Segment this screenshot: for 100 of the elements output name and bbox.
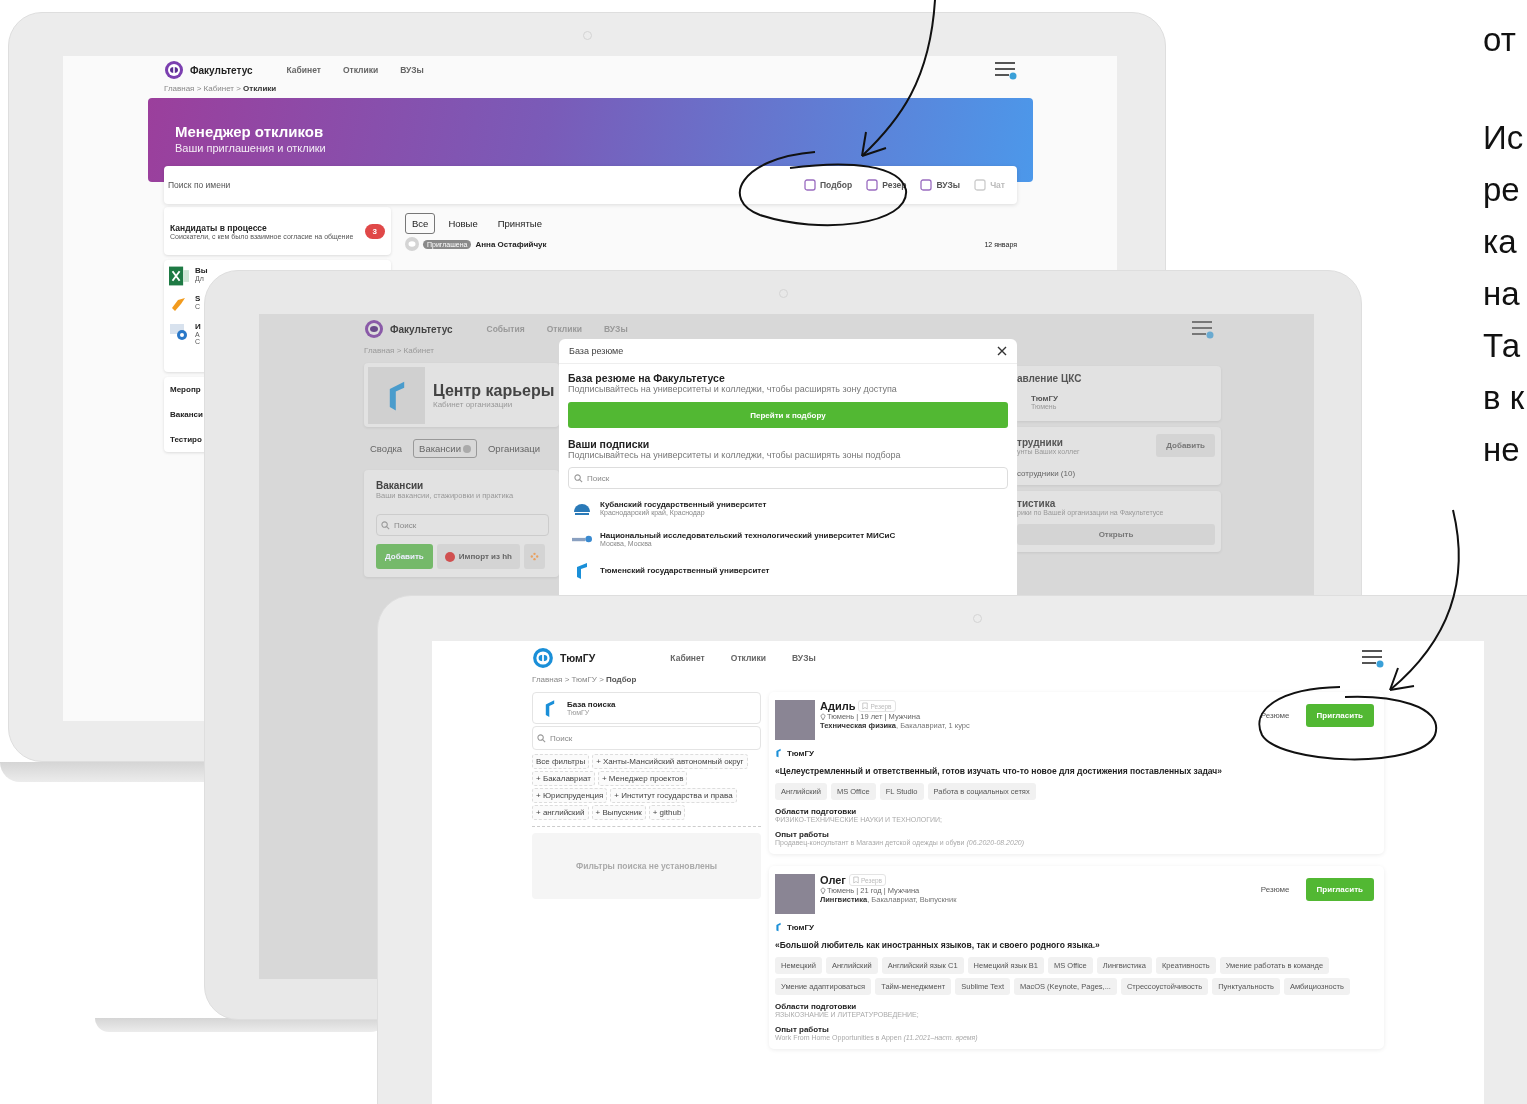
nav-link[interactable]: ВУЗы [400, 65, 424, 75]
tab[interactable]: Организаци [481, 439, 547, 458]
menu-icon[interactable] [1192, 319, 1214, 339]
organization-title: Центр карьеры [433, 381, 555, 400]
section-text: Подписывайтесь на университеты и колледжи, чтобы расширять зону доступа [568, 384, 898, 394]
organization-name: ТюмГУ [1031, 394, 1059, 403]
nav-link[interactable]: Отклики [342, 65, 379, 75]
candidate-quote: «Целеустремленный и ответственный, готов изучать что-то новое для достижения поставленных задач» [775, 766, 1223, 776]
nav-link[interactable]: Кабинет [286, 65, 321, 75]
import-button[interactable]: Импорт из hh [436, 544, 520, 569]
pin-icon [820, 886, 826, 895]
toolbar-link[interactable]: ВУЗы [920, 179, 961, 191]
search-field[interactable]: Поиск по имени [166, 179, 790, 191]
filter-chip[interactable]: + github [648, 805, 686, 820]
filter-chip[interactable]: + Выпускник [591, 805, 646, 820]
candidate-name: Адиль [820, 700, 856, 712]
university-name: ТюмГУ [787, 922, 814, 932]
filter-chip[interactable]: Все фильтры [532, 754, 590, 769]
placeholder-text: Поиск [587, 473, 610, 483]
close-icon[interactable] [997, 346, 1007, 356]
section-label: Опыт работы [775, 1025, 830, 1034]
logo-text: Факультетус [390, 323, 453, 335]
logo-icon [775, 748, 782, 758]
breadcrumbs: Главная > Кабинет > Отклики [164, 84, 278, 93]
tab[interactable]: Вакансии [413, 439, 477, 458]
slide-text: не [1483, 430, 1521, 470]
filter-chip[interactable]: + английский [532, 805, 589, 820]
open-button[interactable]: Открыть [1017, 524, 1215, 545]
filter-tab[interactable]: Принятые [490, 213, 549, 234]
count-badge: 3 [364, 223, 385, 239]
organization-subtitle: Кабинет организации [433, 399, 514, 409]
logo-text: ТюмГУ [560, 652, 596, 664]
logo-icon [405, 237, 419, 251]
candidate-name: Олег [820, 874, 846, 886]
card-title: Кандидаты в процессе [170, 222, 268, 233]
section-label: Области подготовки [775, 1002, 858, 1011]
tab[interactable]: Сводка [364, 439, 409, 458]
empty-text: Фильтры поиска не установлены [575, 861, 718, 871]
section-text: Подписывайтесь на университеты и колледжи, чтобы расширять зоны подбора [568, 450, 902, 460]
card-title: авление ЦКС [1017, 373, 1083, 384]
integration-title: S [195, 294, 201, 303]
slide-text: Ис [1483, 118, 1525, 158]
menu-icon[interactable] [995, 60, 1017, 80]
section-label: Опыт работы [775, 830, 830, 839]
slide-text: на [1483, 274, 1521, 314]
menu-item[interactable]: Тестиро [170, 435, 202, 444]
dots-icon [529, 552, 539, 561]
tool-icon [804, 179, 816, 191]
filter-chip[interactable]: + Ханты-Мансийский автономный округ [592, 754, 748, 769]
filter-chip[interactable]: + Институт государства и права [610, 788, 737, 803]
logo-icon [775, 922, 782, 932]
resume-button[interactable]: Резюме [1254, 884, 1296, 895]
logo-icon [532, 647, 554, 669]
filter-tab[interactable]: Новые [441, 213, 485, 234]
photo-placeholder [775, 874, 815, 914]
logo-icon [164, 60, 184, 80]
card-title: тистика [1017, 498, 1057, 509]
menu-item[interactable]: Меропр [170, 385, 201, 394]
modal-title: База резюме [569, 346, 624, 356]
banner-title: Менеджер откликов [175, 123, 325, 140]
pin-icon [820, 712, 826, 721]
filter-tab[interactable]: Все [405, 213, 436, 234]
section-title: Ваши подписки [568, 438, 651, 450]
staff-link[interactable]: сотрудники (10) [1017, 469, 1215, 478]
add-button[interactable]: Добавить [1156, 434, 1215, 457]
toolbar-link[interactable]: Подбор [804, 179, 853, 191]
slide-text: ка [1483, 222, 1518, 262]
candidate-quote: «Большой любитель как иностранных языков, так и своего родного языка.» [775, 940, 1101, 950]
photo-placeholder [775, 700, 815, 740]
search-icon [574, 473, 583, 483]
search-field[interactable]: Поиск [568, 467, 1008, 489]
placeholder-text: Поиск [394, 520, 417, 530]
breadcrumbs: Главная > ТюмГУ > Подбор [532, 675, 638, 684]
bookmark-icon [862, 702, 869, 710]
nav-link[interactable]: ВУЗы [792, 653, 816, 663]
logo-icon [364, 319, 384, 339]
tool-icon [974, 179, 987, 191]
filter-chip[interactable]: + Менеджер проектов [597, 771, 688, 786]
menu-icon[interactable] [1362, 648, 1384, 668]
tool-icon [866, 179, 879, 191]
search-field[interactable]: Поиск [532, 726, 761, 750]
banner-subtitle: Ваши приглашения и отклики [175, 142, 327, 154]
section-label: Области подготовки [775, 807, 858, 816]
university-name: ТюмГУ [787, 748, 814, 758]
filter-chip[interactable]: + Юриспруденция [532, 788, 608, 803]
university-name: Тюменский государственный университет [600, 565, 770, 575]
nav-link[interactable]: Отклики [730, 653, 767, 663]
slide-text: ре [1483, 170, 1521, 210]
candidate-name: Анна Остафийчук [475, 239, 547, 249]
slide-text: от [1483, 20, 1517, 60]
slide-text: Та [1483, 326, 1522, 366]
menu-item[interactable]: Ваканси [170, 410, 203, 419]
integration-title: Вы [195, 266, 208, 275]
search-icon [381, 520, 390, 530]
nav-link[interactable]: Кабинет [670, 653, 705, 663]
section-title: База резюме на Факультетусе [568, 372, 726, 384]
university-item[interactable]: Тюменский государственный университет [568, 557, 1008, 583]
filter-chip[interactable]: + Бакалавриат [532, 771, 595, 786]
search-icon [537, 733, 546, 743]
card-title: База поиска [567, 700, 616, 709]
